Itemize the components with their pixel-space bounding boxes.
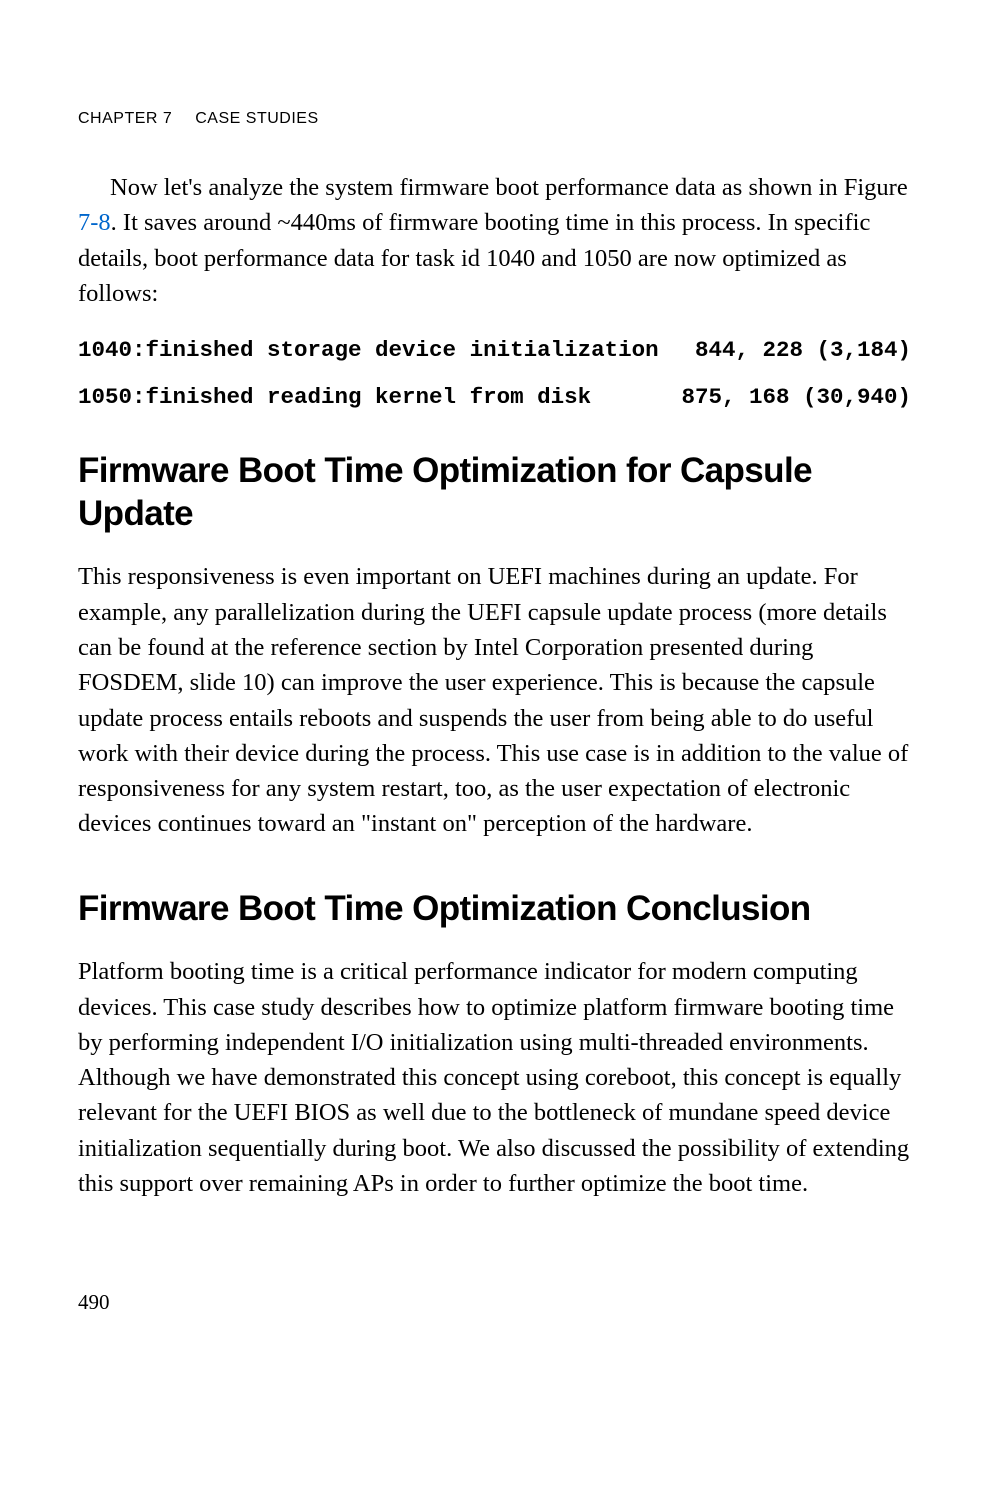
section1-heading: Firmware Boot Time Optimization for Caps… <box>78 450 911 535</box>
section1-body: This responsiveness is even important on… <box>78 559 911 841</box>
intro-text-after: . It saves around ~440ms of firmware boo… <box>78 209 870 307</box>
intro-text-before: Now let's analyze the system firmware bo… <box>110 174 908 201</box>
code-line2-right: 875, 168 (30,940) <box>681 386 911 409</box>
figure-link[interactable]: 7-8 <box>78 209 111 236</box>
code-block: 1040:finished storage device initializat… <box>78 339 911 408</box>
page-number: 490 <box>78 1290 110 1315</box>
code-row-1050: 1050:finished reading kernel from disk 8… <box>78 386 911 409</box>
code-line2-left: 1050:finished reading kernel from disk <box>78 386 591 409</box>
chapter-title: CASE STUDIES <box>195 110 318 127</box>
code-row-1040: 1040:finished storage device initializat… <box>78 339 911 362</box>
code-line1-right: 844, 228 (3,184) <box>695 339 911 362</box>
intro-paragraph: Now let's analyze the system firmware bo… <box>78 170 911 311</box>
section2-body: Platform booting time is a critical perf… <box>78 954 911 1201</box>
chapter-number: CHAPTER 7 <box>78 110 172 127</box>
section2-heading: Firmware Boot Time Optimization Conclusi… <box>78 888 911 931</box>
page-header: CHAPTER 7 CASE STUDIES <box>78 110 911 128</box>
code-line1-left: 1040:finished storage device initializat… <box>78 339 659 362</box>
